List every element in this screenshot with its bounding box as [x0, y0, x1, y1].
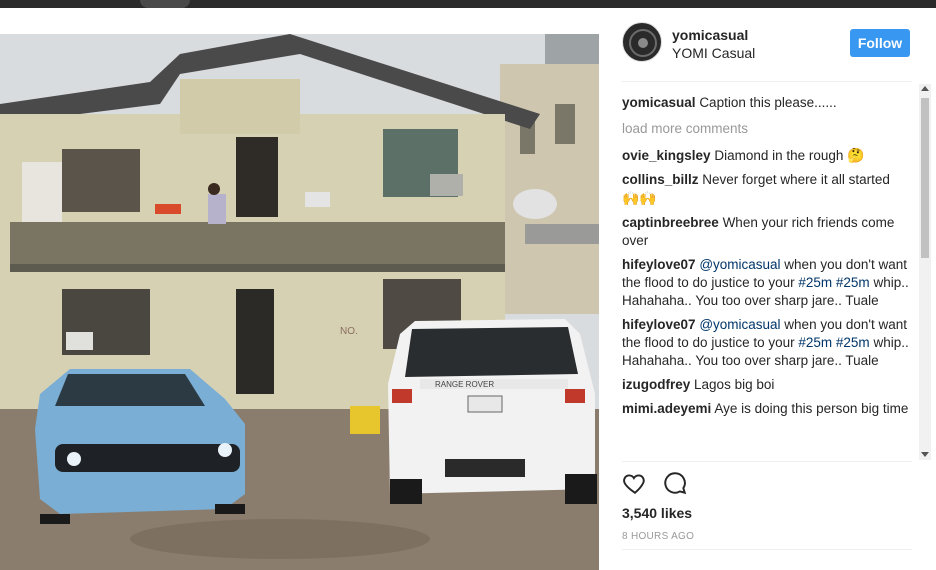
scroll-up-arrow-icon[interactable]: [921, 86, 929, 91]
scrollbar-thumb[interactable]: [921, 98, 929, 258]
comment-username[interactable]: yomicasual: [622, 95, 696, 110]
comment-username[interactable]: captinbreebree: [622, 215, 719, 230]
avatar[interactable]: [622, 22, 662, 62]
scroll-down-arrow-icon[interactable]: [921, 452, 929, 457]
mention-link[interactable]: @yomicasual: [699, 257, 780, 272]
comment-username[interactable]: mimi.adeyemi: [622, 401, 711, 416]
comment-text: Never forget where it all started: [702, 172, 890, 187]
top-bar: [0, 0, 936, 8]
action-bar: [622, 470, 912, 500]
actions-divider: [622, 461, 912, 462]
full-name: YOMI Casual: [672, 45, 756, 61]
likes-count[interactable]: 3,540 likes: [622, 505, 692, 521]
post-photo[interactable]: RANGE ROVER NO.: [0, 34, 599, 570]
comment-text: Aye is doing this person big time: [714, 401, 909, 416]
comment-item: hifeylove07 @yomicasual when you don't w…: [622, 316, 917, 370]
comment-item: mimi.adeyemi Aye is doing this person bi…: [622, 400, 917, 418]
comment-item: captinbreebree When your rich friends co…: [622, 214, 917, 250]
comment-username[interactable]: izugodfrey: [622, 377, 690, 392]
comment-icon[interactable]: [662, 470, 690, 498]
mention-link[interactable]: #25m: [798, 335, 832, 350]
username-link[interactable]: yomicasual: [672, 27, 748, 43]
comment-username[interactable]: hifeylove07: [622, 317, 696, 332]
mention-link[interactable]: @yomicasual: [699, 317, 780, 332]
comment-text: Diamond in the rough: [714, 148, 848, 163]
comment-text: Lagos big boi: [694, 377, 775, 392]
comment-username[interactable]: hifeylove07: [622, 257, 696, 272]
emoji: 🤔: [847, 147, 865, 163]
post-timestamp[interactable]: 8 HOURS AGO: [622, 531, 694, 542]
comment-username[interactable]: collins_billz: [622, 172, 699, 187]
comment-item: ovie_kingsley Diamond in the rough 🤔: [622, 146, 917, 165]
comments-scrollbar[interactable]: [919, 84, 931, 460]
comment-username[interactable]: ovie_kingsley: [622, 148, 711, 163]
comment-item: yomicasual Caption this please......: [622, 94, 917, 112]
load-more-comments-link[interactable]: load more comments: [622, 120, 917, 138]
post-header: yomicasual YOMI Casual Follow: [622, 22, 912, 74]
header-divider: [622, 81, 912, 82]
follow-button[interactable]: Follow: [850, 29, 910, 57]
mention-link[interactable]: #25m: [836, 335, 870, 350]
emoji: 🙌🙌: [622, 190, 657, 206]
heart-icon[interactable]: [622, 470, 650, 498]
comments-list[interactable]: yomicasual Caption this please...... load…: [622, 94, 917, 460]
mention-link[interactable]: #25m: [836, 275, 870, 290]
comment-item: hifeylove07 @yomicasual when you don't w…: [622, 256, 917, 310]
wall-text: NO.: [340, 326, 358, 337]
top-bar-shape: [140, 0, 190, 8]
comment-text: Caption this please......: [699, 95, 837, 110]
comment-item: collins_billz Never forget where it all …: [622, 171, 917, 208]
footer-divider: [622, 549, 912, 550]
post-details-panel: yomicasual YOMI Casual Follow yomicasual…: [599, 8, 936, 570]
mention-link[interactable]: #25m: [798, 275, 832, 290]
comment-item: izugodfrey Lagos big boi: [622, 376, 917, 394]
range-rover-badge: RANGE ROVER: [435, 380, 494, 389]
post-image: RANGE ROVER NO.: [0, 34, 599, 570]
avatar-mark: [638, 38, 648, 48]
